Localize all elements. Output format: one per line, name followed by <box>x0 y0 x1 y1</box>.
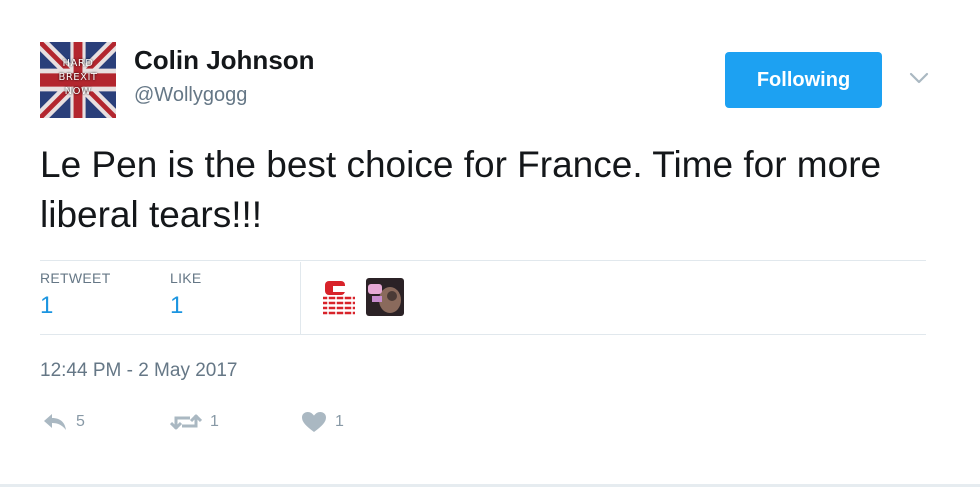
reply-action[interactable]: 5 <box>42 408 85 436</box>
author-name[interactable]: Colin Johnson <box>134 45 315 76</box>
retweet-stat[interactable]: RETWEET 1 <box>40 270 111 320</box>
stats-divider-bottom <box>40 334 926 335</box>
retweet-stat-label: RETWEET <box>40 270 111 286</box>
stats-divider-top <box>40 260 926 261</box>
like-action[interactable]: 1 <box>301 408 344 436</box>
tweet-timestamp[interactable]: 12:44 PM - 2 May 2017 <box>40 360 238 382</box>
retweet-icon <box>170 414 202 430</box>
like-stat-count[interactable]: 1 <box>170 292 202 320</box>
reply-icon <box>44 414 66 430</box>
avatar-text-line-3: NOW <box>64 86 92 97</box>
avatar-text-line-2: BREXIT <box>58 72 98 83</box>
following-button[interactable]: Following <box>725 52 882 108</box>
stats-vertical-divider <box>300 262 301 334</box>
author-avatar[interactable]: HARD BREXIT NOW <box>40 42 116 118</box>
tweet-text: Le Pen is the best choice for France. Ti… <box>40 144 882 235</box>
like-stat[interactable]: LIKE 1 <box>170 270 202 320</box>
retweet-action-count: 1 <box>210 413 219 430</box>
liker-avatar-red-logo[interactable] <box>320 278 358 316</box>
like-stat-label: LIKE <box>170 270 202 286</box>
retweet-action[interactable]: 1 <box>170 408 219 436</box>
reply-count: 5 <box>76 413 85 430</box>
liker-avatar-photo[interactable] <box>366 278 404 316</box>
author-handle[interactable]: @Wollygogg <box>134 84 247 107</box>
avatar-text-line-1: HARD <box>62 58 94 69</box>
retweet-stat-count[interactable]: 1 <box>40 292 111 320</box>
chevron-down-icon[interactable] <box>906 68 932 88</box>
heart-icon <box>302 412 326 432</box>
like-action-count: 1 <box>335 413 344 430</box>
